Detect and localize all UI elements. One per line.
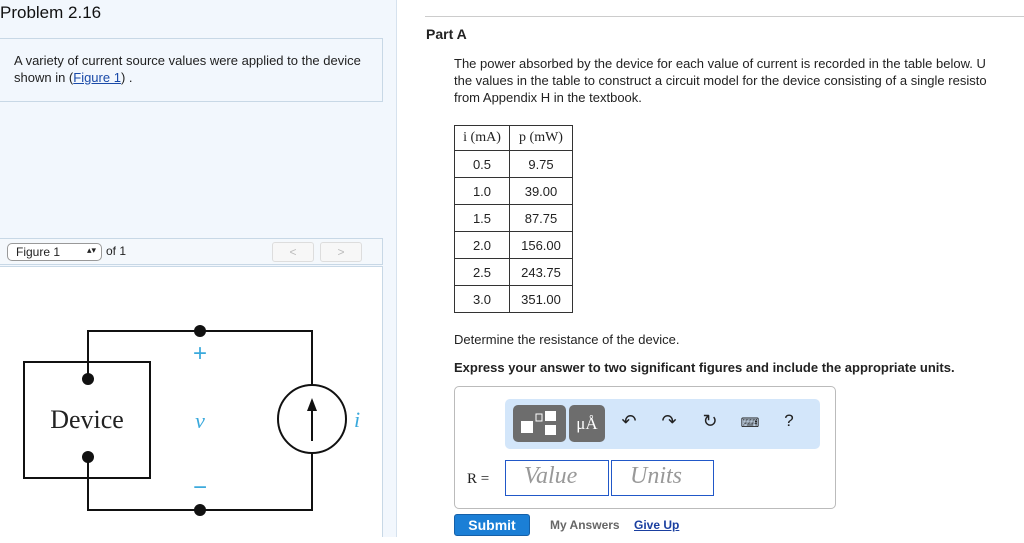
table-row: 0.5 9.75 [454,150,573,178]
current-cell: 0.5 [454,150,510,178]
intro-line: The power absorbed by the device for eac… [454,56,986,71]
submit-button[interactable]: Submit [454,514,530,536]
undo-icon[interactable]: ↶ [617,411,641,432]
question: Determine the resistance of the device. [454,332,680,347]
table-row: 1.5 87.75 [454,204,573,232]
terminal-dot [82,451,94,463]
problem-description: A variety of current source values were … [0,38,383,102]
fraction-template-icon [521,411,556,435]
figure-select-value: Figure 1 [16,245,61,259]
minus-sign: − [193,474,207,501]
power-cell: 243.75 [509,258,573,286]
redo-icon[interactable]: ↷ [657,411,681,432]
updown-arrows-icon: ▴▾ [86,245,96,255]
answer-label: R = [467,471,490,487]
math-toolbar: μÅ ↶ ↷ ↻ ⌨ ? [505,399,820,449]
arrow-head-icon [307,398,317,411]
current-cell: 1.5 [454,204,510,232]
help-button[interactable]: ? [777,411,801,431]
terminal-dot [194,325,206,337]
plus-sign: + [193,340,207,367]
table-row: 2.5 243.75 [454,258,573,286]
figure-select[interactable]: Figure 1 ▴▾ [7,243,102,261]
problem-panel: Problem 2.16 A variety of current source… [0,0,397,537]
next-figure-button[interactable]: > [320,242,362,262]
units-button[interactable]: μÅ [569,405,605,442]
data-table: i (mA) p (mW) 0.5 9.75 1.0 39.00 1.5 87.75 2.0 1… [454,125,573,313]
reset-icon[interactable]: ↻ [698,411,722,432]
intro-line: the values in the table to construct a c… [454,73,987,88]
circuit-diagram: Device + v − i [23,325,360,516]
keyboard-icon[interactable]: ⌨ [738,415,762,431]
value-input[interactable]: Value [505,460,609,496]
templates-button[interactable] [513,405,566,442]
desc-text-end: ) . [120,70,133,85]
current-label: i [354,407,360,432]
power-cell: 9.75 [509,150,573,178]
voltage-label: v [195,408,205,433]
power-cell: 87.75 [509,204,573,232]
table-row: 1.0 39.00 [454,177,573,205]
terminal-dot [194,504,206,516]
current-cell: 1.0 [454,177,510,205]
problem-title: Problem 2.16 [0,3,102,22]
power-cell: 351.00 [509,285,573,313]
part-title: Part A [426,26,467,42]
instruction: Express your answer to two significant f… [454,360,955,375]
my-answers-link[interactable]: My Answers [550,518,620,532]
prev-figure-button[interactable]: < [272,242,314,262]
units-input[interactable]: Units [611,460,714,496]
answer-box: μÅ ↶ ↷ ↻ ⌨ ? R = Value Units [454,386,836,509]
device-label: Device [50,405,124,434]
col-header-power: p (mW) [509,125,573,151]
desc-text: A variety of current source values were … [14,53,361,85]
give-up-link[interactable]: Give Up [634,518,679,532]
table-row: 2.0 156.00 [454,231,573,259]
col-header-current: i (mA) [454,125,510,151]
divider [425,16,1024,17]
intro-line: from Appendix H in the textbook. [454,90,642,105]
current-cell: 3.0 [454,285,510,313]
power-cell: 156.00 [509,231,573,259]
power-cell: 39.00 [509,177,573,205]
table-row: 3.0 351.00 [454,285,573,313]
current-cell: 2.5 [454,258,510,286]
figure-count: of 1 [106,244,127,258]
figure-link[interactable]: Figure 1 [73,70,121,85]
figure-area: Device + v − i [0,266,383,537]
current-cell: 2.0 [454,231,510,259]
figure-navigation: Figure 1 ▴▾ of 1 < > [0,238,383,265]
terminal-dot [82,373,94,385]
part-intro: The power absorbed by the device for eac… [454,55,1024,106]
